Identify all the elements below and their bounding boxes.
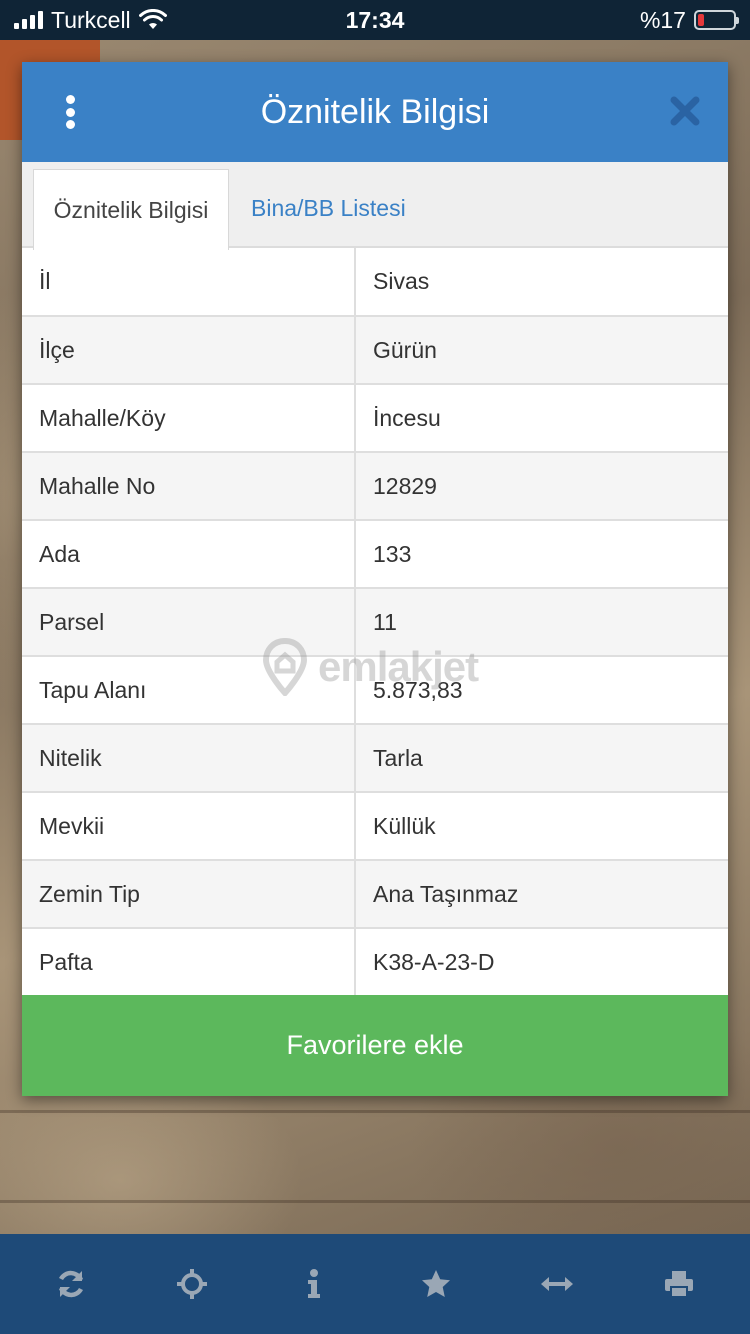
attribute-key: Nitelik [22,724,356,793]
table-row: Mahalle/Köy İncesu [22,384,728,453]
attribute-value: İncesu [355,384,728,453]
tab-building-list[interactable]: Bina/BB Listesi [251,169,406,248]
dot-icon [65,107,75,117]
table-row: Parsel 11 [22,588,728,657]
attribute-key: İl [22,248,356,317]
attribute-value: Sivas [355,248,728,317]
more-menu-button[interactable] [52,92,88,132]
info-button[interactable] [284,1254,344,1314]
attribute-table: İl Sivas İlçe Gürün Mahalle/Köy İncesu Mahalle… [22,248,728,997]
attribute-key: Mahalle No [22,452,356,521]
battery-icon [693,10,739,30]
attribute-key: Ada [22,520,356,589]
attribute-value: Tarla [355,724,728,793]
table-row: İlçe Gürün [22,316,728,385]
refresh-button[interactable] [41,1254,101,1314]
attribute-value: 5.873,83 [355,656,728,725]
attribute-key: Zemin Tip [22,860,356,929]
tab-attribute-info[interactable]: Öznitelik Bilgisi [33,169,229,250]
attribute-value: Ana Taşınmaz [355,860,728,929]
add-to-favorites-button[interactable]: Favorilere ekle [22,995,728,1096]
refresh-icon [58,1270,83,1298]
crosshair-icon [177,1269,208,1299]
modal-title: Öznitelik Bilgisi [260,92,490,131]
bottom-toolbar [0,1234,750,1334]
print-icon [665,1271,694,1298]
attribute-value: 12829 [355,452,728,521]
attribute-value: Küllük [355,792,728,861]
table-row: İl Sivas [22,248,728,317]
tab-bar: Öznitelik Bilgisi Bina/BB Listesi [22,162,728,250]
attribute-value: 11 [355,588,728,657]
info-icon [308,1269,321,1298]
attribute-key: Mahalle/Köy [22,384,356,453]
table-row: Zemin Tip Ana Taşınmaz [22,860,728,929]
attribute-key: Pafta [22,928,356,997]
attribute-key: İlçe [22,316,356,385]
attribute-modal: Öznitelik Bilgisi Öznitelik Bilgisi Bina… [22,62,728,1096]
battery-percent: %17 [639,6,686,33]
wifi-icon [138,9,167,29]
attribute-value: K38-A-23-D [355,928,728,997]
favorites-button[interactable] [406,1254,466,1314]
table-row: Tapu Alanı 5.873,83 [22,656,728,725]
dot-icon [65,95,75,104]
attribute-value: 133 [355,520,728,589]
print-button[interactable] [649,1254,709,1314]
modal-header: Öznitelik Bilgisi [22,62,728,162]
table-row: Ada 133 [22,520,728,589]
cell-signal-icon [14,11,43,29]
measure-button[interactable] [527,1254,587,1314]
star-icon [421,1270,450,1297]
table-row: Nitelik Tarla [22,724,728,793]
attribute-value: Gürün [355,316,728,385]
close-icon[interactable] [668,94,702,128]
locate-button[interactable] [162,1254,222,1314]
carrier-name: Turkcell [51,6,131,33]
attribute-key: Mevkii [22,792,356,861]
dot-icon [65,120,75,129]
map-road [0,1110,750,1113]
attribute-key: Tapu Alanı [22,656,356,725]
battery-level [697,14,704,26]
table-row: Mahalle No 12829 [22,452,728,521]
status-bar: Turkcell 17:34 %17 [0,0,750,40]
measure-icon [541,1277,574,1291]
table-row: Mevkii Küllük [22,792,728,861]
attribute-key: Parsel [22,588,356,657]
table-row: Pafta K38-A-23-D [22,928,728,997]
map-road [0,1200,750,1203]
clock: 17:34 [345,6,405,33]
